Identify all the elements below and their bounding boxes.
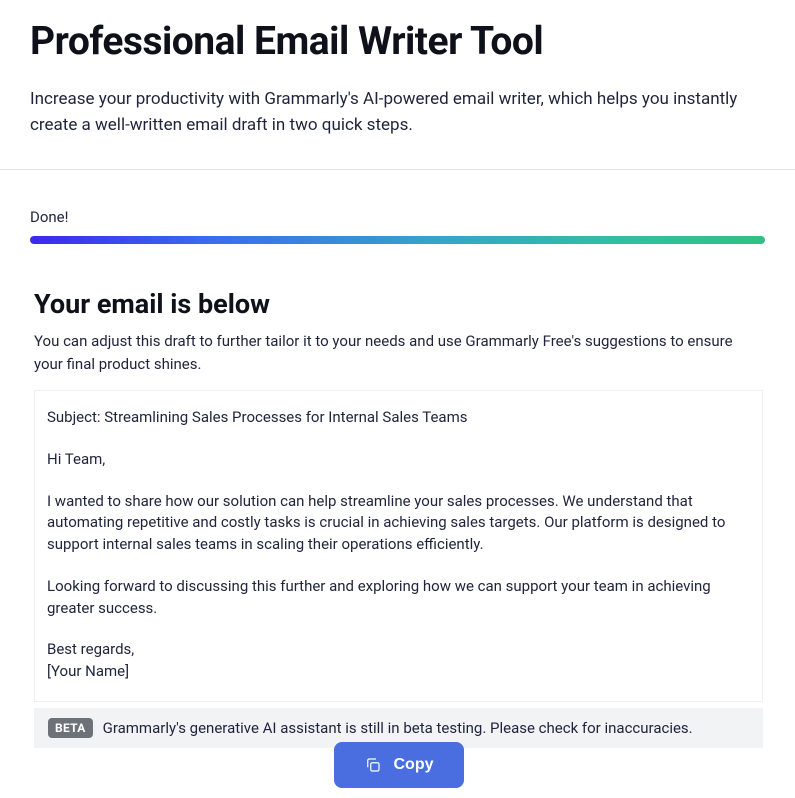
result-subtitle: You can adjust this draft to further tai… — [34, 330, 763, 377]
copy-button[interactable]: Copy — [334, 742, 464, 788]
email-output[interactable]: Subject: Streamlining Sales Processes fo… — [34, 390, 763, 702]
email-signoff: Best regards, — [47, 640, 134, 658]
beta-text: Grammarly's generative AI assistant is s… — [103, 719, 693, 737]
copy-icon — [364, 756, 382, 774]
email-body-2: Looking forward to discussing this furth… — [47, 576, 750, 620]
email-body-1: I wanted to share how our solution can h… — [47, 491, 750, 556]
result-title: Your email is below — [34, 288, 763, 320]
beta-badge: BETA — [48, 718, 93, 738]
page-subtitle: Increase your productivity with Grammarl… — [30, 86, 765, 139]
copy-button-label: Copy — [394, 756, 434, 774]
email-signoff-block: Best regards, [Your Name] — [47, 639, 750, 683]
page-title: Professional Email Writer Tool — [30, 18, 765, 64]
progress-bar — [30, 236, 765, 244]
email-greeting: Hi Team, — [47, 449, 750, 471]
email-subject: Subject: Streamlining Sales Processes fo… — [47, 407, 750, 429]
email-signature: [Your Name] — [47, 662, 129, 680]
status-label: Done! — [30, 208, 765, 226]
